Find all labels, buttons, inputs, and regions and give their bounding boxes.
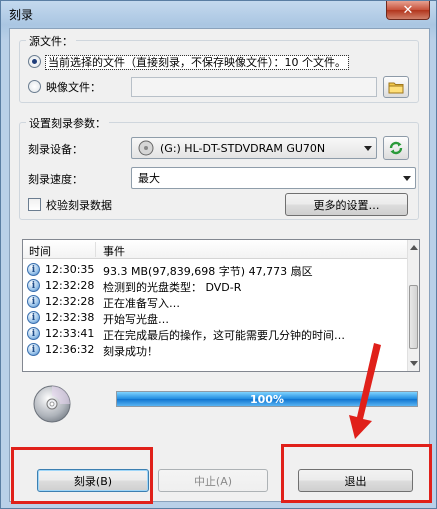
red-arrow-icon — [349, 343, 381, 439]
info-icon: i — [27, 279, 40, 292]
speed-label: 刻录速度： — [28, 173, 83, 186]
speed-select[interactable]: 最大 — [131, 167, 416, 189]
refresh-button[interactable] — [383, 136, 409, 160]
log-time: 12:30:35 — [45, 263, 95, 276]
log-event: 刻录成功！ — [103, 345, 158, 358]
device-label: 刻录设备： — [28, 143, 83, 156]
chevron-down-icon — [364, 146, 372, 151]
log-header: 时间 事件 — [23, 240, 409, 259]
log-event: 93.3 MB(97,839,698 字节) 47,773 扇区 — [103, 265, 313, 278]
title-bar[interactable]: 刻录 — [1, 1, 436, 27]
radio-current-files[interactable] — [28, 55, 41, 68]
info-icon: i — [27, 327, 40, 340]
refresh-icon — [389, 141, 403, 155]
window-title: 刻录 — [9, 7, 34, 22]
log-time: 12:32:28 — [45, 279, 95, 292]
image-path-input[interactable] — [131, 77, 377, 97]
chevron-down-icon — [403, 176, 411, 181]
scroll-down-icon[interactable] — [410, 361, 418, 366]
radio-image-file[interactable] — [28, 80, 41, 93]
log-row[interactable]: i 12:30:35 93.3 MB(97,839,698 字节) 47,773… — [27, 262, 407, 278]
abort-button[interactable]: 中止(A) — [158, 469, 268, 492]
log-scrollbar[interactable] — [407, 240, 419, 371]
log-time: 12:36:32 — [45, 343, 95, 356]
folder-icon — [388, 82, 404, 93]
info-icon: i — [27, 263, 40, 276]
close-button[interactable]: ✕ — [386, 1, 430, 20]
log-row[interactable]: i 12:32:28 正在准备写入… — [27, 294, 407, 310]
log-row[interactable]: i 12:32:28 检测到的光盘类型： DVD-R — [27, 278, 407, 294]
log-row[interactable]: i 12:32:38 开始写光盘… — [27, 310, 407, 326]
more-settings-button[interactable]: 更多的设置… — [285, 193, 408, 216]
info-icon: i — [27, 343, 40, 356]
column-separator[interactable] — [95, 242, 96, 257]
log-event: 正在完成最后的操作，这可能需要几分钟的时间… — [103, 329, 345, 342]
info-icon: i — [27, 295, 40, 308]
column-header-event[interactable]: 事件 — [103, 243, 125, 259]
speed-select-value: 最大 — [138, 172, 160, 185]
radio-current-files-label[interactable]: 当前选择的文件（直接刻录，不保存映像文件）：10 个文件。 — [45, 54, 349, 70]
settings-group: 设置刻录参数： 刻录设备： (G:) HL-DT-STDVDRAM GU70N … — [19, 115, 419, 220]
log-event: 正在准备写入… — [103, 297, 180, 310]
disc-icon — [33, 385, 71, 423]
scroll-thumb[interactable] — [409, 285, 418, 349]
log-time: 12:33:41 — [45, 327, 95, 340]
disc-drive-icon — [138, 140, 154, 156]
scroll-up-icon[interactable] — [410, 245, 418, 250]
verify-checkbox-label[interactable]: 校验刻录数据 — [46, 197, 112, 213]
settings-group-title: 设置刻录参数： — [26, 115, 109, 131]
source-group: 源文件： 当前选择的文件（直接刻录，不保存映像文件）：10 个文件。 映像文件： — [19, 33, 419, 103]
log-event: 检测到的光盘类型： DVD-R — [103, 281, 242, 294]
burn-dialog: 刻录 ✕ 源文件： 当前选择的文件（直接刻录，不保存映像文件）：10 个文件。 … — [0, 0, 437, 509]
radio-image-file-label[interactable]: 映像文件： — [46, 79, 101, 95]
log-row[interactable]: i 12:33:41 正在完成最后的操作，这可能需要几分钟的时间… — [27, 326, 407, 342]
device-select[interactable]: (G:) HL-DT-STDVDRAM GU70N — [131, 137, 377, 159]
info-icon: i — [27, 311, 40, 324]
highlight-box-burn — [11, 447, 153, 504]
browse-button[interactable] — [383, 76, 409, 98]
highlight-box-exit — [281, 444, 432, 503]
column-header-time[interactable]: 时间 — [29, 243, 51, 259]
log-event: 开始写光盘… — [103, 313, 169, 326]
device-select-value: (G:) HL-DT-STDVDRAM GU70N — [160, 141, 326, 155]
log-time: 12:32:38 — [45, 311, 95, 324]
verify-checkbox[interactable] — [28, 198, 41, 211]
log-time: 12:32:28 — [45, 295, 95, 308]
source-group-title: 源文件： — [26, 33, 76, 49]
